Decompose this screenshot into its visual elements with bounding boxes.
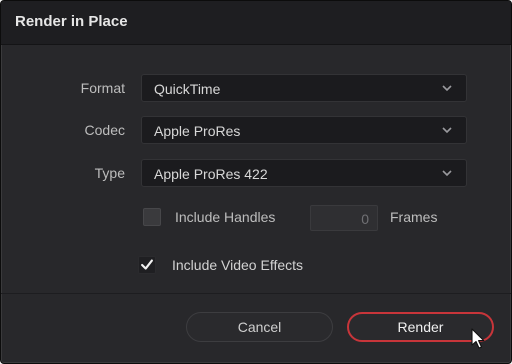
- format-select[interactable]: QuickTime: [141, 74, 467, 102]
- format-select-value: QuickTime: [154, 81, 221, 97]
- type-select[interactable]: Apple ProRes 422: [141, 159, 467, 187]
- include-video-effects-checkbox[interactable]: [138, 256, 156, 274]
- codec-select[interactable]: Apple ProRes: [141, 116, 467, 144]
- frames-label: Frames: [390, 209, 438, 225]
- chevron-down-icon: [442, 127, 452, 134]
- button-divider: [1, 293, 511, 294]
- dialog-title: Render in Place: [15, 13, 128, 30]
- handles-frames-input[interactable]: 0: [310, 205, 378, 231]
- include-video-effects-label: Include Video Effects: [172, 257, 304, 273]
- dialog-titlebar: Render in Place: [1, 1, 511, 45]
- mouse-pointer-icon: [471, 328, 485, 349]
- codec-label: Codec: [84, 122, 125, 138]
- render-in-place-dialog: Render in Place Format QuickTime Codec A…: [0, 0, 512, 364]
- cancel-button[interactable]: Cancel: [186, 312, 333, 342]
- handles-frames-value: 0: [361, 211, 369, 227]
- type-select-value: Apple ProRes 422: [154, 166, 268, 182]
- codec-select-value: Apple ProRes: [154, 123, 241, 139]
- checkmark-icon: [141, 259, 153, 270]
- include-handles-checkbox[interactable]: [143, 208, 161, 226]
- format-label: Format: [80, 80, 125, 96]
- include-handles-label: Include Handles: [175, 209, 276, 225]
- chevron-down-icon: [442, 85, 452, 92]
- type-label: Type: [94, 165, 125, 181]
- chevron-down-icon: [442, 170, 452, 177]
